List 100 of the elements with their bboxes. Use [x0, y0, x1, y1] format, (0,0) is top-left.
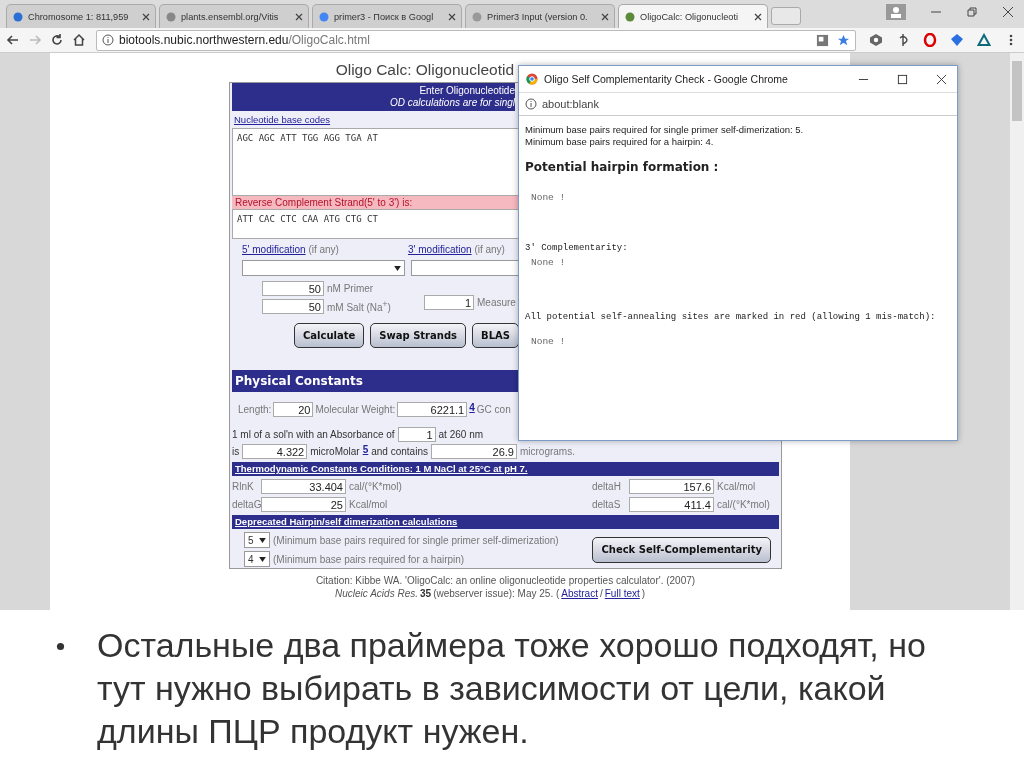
- unit-label: Kcal/mol: [717, 481, 757, 492]
- browser-tab[interactable]: plants.ensembl.org/Vitis: [159, 4, 309, 28]
- measured-field[interactable]: 1: [424, 294, 474, 310]
- address-bar[interactable]: biotools.nubic.northwestern.edu/OligoCalc.html: [96, 29, 856, 51]
- constant-label: RlnK: [232, 481, 255, 492]
- close-icon[interactable]: [448, 12, 456, 21]
- reload-icon[interactable]: [50, 33, 64, 47]
- modification-note: (if any): [474, 244, 505, 255]
- close-icon[interactable]: [936, 73, 947, 85]
- contains-label: and contains: [371, 446, 428, 457]
- diamond-icon[interactable]: [950, 33, 964, 47]
- user-icon[interactable]: [886, 4, 906, 20]
- footnote-link[interactable]: 5: [362, 444, 369, 455]
- modification-link[interactable]: 5' modification: [242, 244, 306, 255]
- close-icon[interactable]: [142, 12, 150, 21]
- back-icon[interactable]: [6, 33, 20, 47]
- slide-paragraph: Остальные два праймера тоже хорошо подходят, но тут нужно выбирать в зависимости от цели, какой длины ПЦР продукт нужен.: [97, 625, 927, 752]
- extension-icon[interactable]: [896, 33, 910, 47]
- journal-text: Nucleic Acids Res.: [335, 588, 418, 599]
- page-icon: [12, 10, 24, 23]
- constant-label: deltaS: [592, 499, 622, 510]
- maximize-icon[interactable]: [897, 73, 908, 85]
- gc-label: GC con: [476, 404, 511, 415]
- wavelength-label: at 260 nm: [438, 429, 484, 440]
- page-icon: [165, 10, 177, 23]
- browser-tab[interactable]: Chromosome 1: 811,959: [6, 4, 156, 28]
- mass-unit-label: micrograms.: [519, 446, 575, 457]
- close-icon[interactable]: [1002, 6, 1014, 18]
- form-button[interactable]: Calculate: [294, 323, 365, 348]
- weight-field: 6221.1: [397, 402, 468, 417]
- header-text: Enter Oligonucleotide: [419, 85, 515, 97]
- star-icon[interactable]: [837, 33, 850, 47]
- length-field: 20: [273, 402, 314, 417]
- constant-field: 411.4: [629, 497, 714, 512]
- weight-label: Molecular Weight:: [315, 404, 396, 415]
- caret-icon: [394, 265, 401, 271]
- unit-label: microMolar: [310, 446, 360, 457]
- browser-tab[interactable]: Primer3 Input (version 0.: [465, 4, 615, 28]
- page-icon: [318, 10, 330, 23]
- abstract-link[interactable]: Abstract: [561, 588, 598, 599]
- modification-select[interactable]: [242, 260, 405, 276]
- home-icon[interactable]: [72, 33, 86, 47]
- modification-link[interactable]: 3' modification: [408, 244, 472, 255]
- info-icon[interactable]: [102, 34, 114, 46]
- close-icon[interactable]: [754, 12, 762, 21]
- browser-logo-icon: [526, 73, 538, 85]
- footnote-link[interactable]: 4: [469, 402, 475, 413]
- constant-label: deltaH: [592, 481, 622, 492]
- unit-label: cal/(°K*mol): [717, 499, 771, 510]
- opera-icon[interactable]: [923, 33, 937, 47]
- full-text-link[interactable]: Full text: [604, 588, 640, 599]
- concentration-field: 4.322: [242, 444, 308, 459]
- pairs-label: (Minimum base pairs required for single primer self-dimerization): [273, 534, 559, 546]
- bracket-text: ): [641, 588, 646, 599]
- primer-field[interactable]: 50: [262, 281, 324, 296]
- popup-url: about:blank: [542, 98, 599, 110]
- form-button[interactable]: BLAS: [472, 323, 519, 348]
- result-heading: Potential hairpin formation :: [525, 160, 720, 174]
- caret-icon: [259, 537, 266, 543]
- absorbance-label: 1 ml of a sol'n with an Absorbance of: [232, 429, 395, 440]
- is-label: is: [232, 446, 240, 457]
- pairs-select[interactable]: 4: [244, 551, 270, 567]
- salt-field[interactable]: 50: [262, 299, 324, 314]
- bullet-icon: [56, 642, 65, 651]
- page-title: Oligo Calc: Oligonucleotid: [334, 60, 514, 80]
- result-label: All potential self-annealing sites are marked in red (allowing 1 mis-match):: [525, 312, 937, 322]
- browser-tab[interactable]: OligoCalc: Oligonucleoti: [618, 4, 768, 28]
- restore-icon[interactable]: [966, 6, 978, 18]
- pairs-label: (Minimum base pairs required for a hairpin): [273, 553, 465, 565]
- modification-select[interactable]: [411, 260, 521, 276]
- browser-tab[interactable]: primer3 - Поиск в Googl: [312, 4, 462, 28]
- citation-text: Citation: Kibbe WA. 'OligoCalc: an online oligonucleotide properties calculator'. (2007): [314, 575, 697, 586]
- page-icon: [471, 10, 483, 23]
- close-icon[interactable]: [601, 12, 609, 21]
- close-icon[interactable]: [295, 12, 303, 21]
- constant-field: 25: [261, 497, 346, 512]
- volume-text: 35: [420, 588, 432, 599]
- extension-icon[interactable]: [869, 33, 883, 47]
- constant-field: 157.6: [629, 479, 714, 494]
- triangle-icon[interactable]: [977, 33, 991, 47]
- info-icon: [525, 98, 537, 110]
- window-title: Oligo Self Complementarity Check - Google Chrome: [544, 73, 788, 85]
- section-heading-link[interactable]: Thermodynamic Constants Conditions: 1 M NaCl at 25°C at pH 7.: [232, 462, 779, 476]
- section-heading-link[interactable]: Deprecated Hairpin/self dimerization calculations: [232, 515, 779, 529]
- caret-icon: [259, 556, 266, 562]
- citation-text: (webserver issue): May 25. (: [433, 588, 560, 599]
- result-text: None !: [530, 336, 567, 347]
- scrollbar[interactable]: [1010, 53, 1024, 610]
- separator-text: /: [599, 588, 603, 599]
- constant-field: 33.404: [261, 479, 346, 494]
- modification-note: (if any): [308, 244, 339, 255]
- result-label: 3' Complementarity:: [525, 243, 629, 253]
- absorbance-field[interactable]: 1: [397, 427, 436, 442]
- salt-label: mM Salt (Na$^{+}$): [327, 299, 391, 314]
- form-button[interactable]: Swap Strands: [370, 323, 467, 348]
- length-label: Length:: [238, 404, 272, 415]
- header-note: OD calculations are for singl: [389, 97, 515, 109]
- translate-icon[interactable]: [816, 33, 829, 47]
- pairs-select[interactable]: 5: [244, 532, 270, 548]
- check-button[interactable]: Check Self-Complementarity: [592, 536, 771, 563]
